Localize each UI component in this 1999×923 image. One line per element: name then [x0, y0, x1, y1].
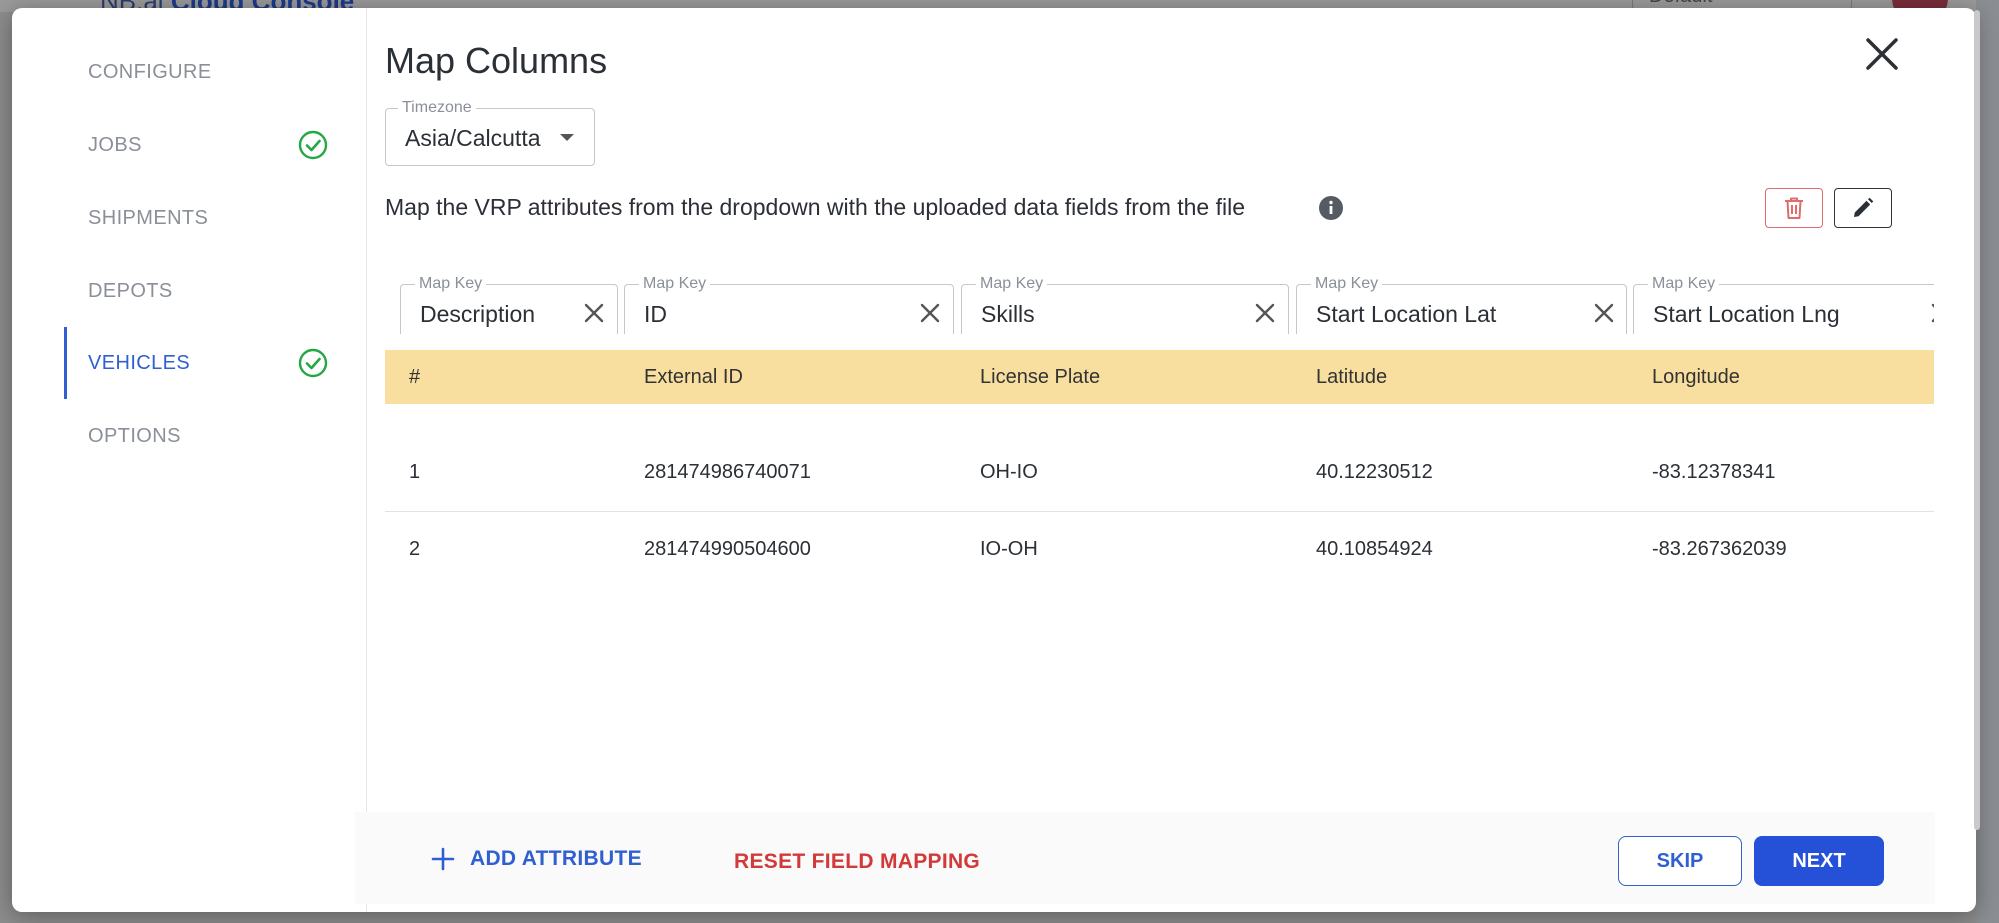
table-cell: -83.267362039: [1652, 538, 1787, 560]
plus-icon: [431, 847, 455, 871]
add-attribute-label: ADD ATTRIBUTE: [470, 847, 642, 870]
map-key-field[interactable]: Map Key Start Location Lng: [1633, 275, 1934, 334]
column-header: Latitude: [1316, 366, 1388, 388]
step-options[interactable]: OPTIONS: [12, 400, 366, 472]
clear-icon[interactable]: [1591, 300, 1617, 326]
map-key-value: Start Location Lng: [1653, 301, 1840, 327]
step-label: DEPOTS: [88, 279, 173, 302]
step-shipments[interactable]: SHIPMENTS: [12, 182, 366, 254]
timezone-label: Timezone: [398, 99, 476, 117]
table-cell: IO-OH: [980, 538, 1038, 560]
map-key-value: Start Location Lat: [1316, 301, 1497, 327]
reset-field-mapping-button[interactable]: RESET FIELD MAPPING: [734, 850, 980, 874]
map-key-value: Description: [420, 301, 536, 327]
table-cell: 281474986740071: [644, 461, 811, 483]
map-key-label: Map Key: [415, 275, 487, 293]
timezone-select[interactable]: Timezone Asia/Calcutta: [385, 99, 595, 166]
map-key-field[interactable]: Map Key ID: [624, 275, 954, 334]
table-cell: 40.12230512: [1316, 461, 1433, 483]
clear-icon[interactable]: [917, 300, 943, 326]
step-label: VEHICLES: [88, 351, 191, 374]
step-label: OPTIONS: [88, 424, 181, 447]
info-icon[interactable]: [1318, 195, 1344, 221]
table-cell: OH-IO: [980, 461, 1038, 483]
column-header: #: [409, 366, 421, 388]
check-circle-icon: [298, 130, 328, 160]
step-jobs[interactable]: JOBS: [12, 109, 366, 181]
step-label: SHIPMENTS: [88, 206, 209, 229]
dialog-title: Map Columns: [385, 40, 608, 81]
clear-icon[interactable]: [1928, 300, 1934, 326]
step-vehicles[interactable]: VEHICLES: [12, 327, 366, 399]
map-key-value: Skills: [981, 301, 1035, 327]
table-header: # External ID License Plate Latitude Lon…: [385, 350, 1934, 404]
map-key-field[interactable]: Map Key Start Location Lat: [1296, 275, 1627, 334]
table-cell: 281474990504600: [644, 538, 811, 560]
map-key-label: Map Key: [1648, 275, 1720, 293]
dialog-scrollbar[interactable]: [1974, 10, 1980, 830]
step-label: CONFIGURE: [88, 60, 212, 83]
steps-sidebar: CONFIGURE JOBS SHIPMENTS DEPOTS VEHICLES…: [12, 8, 367, 912]
step-depots[interactable]: DEPOTS: [12, 255, 366, 327]
table-cell: 2: [409, 538, 421, 560]
column-header: External ID: [644, 366, 743, 388]
delete-button[interactable]: [1765, 188, 1823, 228]
next-button[interactable]: NEXT: [1754, 836, 1884, 886]
add-attribute-button[interactable]: ADD ATTRIBUTE: [430, 846, 642, 872]
map-key-row: Map Key Description Map Key ID Map Key S…: [385, 274, 1934, 334]
skip-button[interactable]: SKIP: [1618, 836, 1742, 886]
map-key-value: ID: [644, 301, 667, 327]
step-configure[interactable]: CONFIGURE: [12, 36, 366, 108]
edit-button[interactable]: [1834, 188, 1892, 228]
table-cell: -83.12378341: [1652, 461, 1776, 483]
check-circle-icon: [298, 348, 328, 378]
table-cell: 40.10854924: [1316, 538, 1433, 560]
map-key-label: Map Key: [976, 275, 1048, 293]
table-row: 1 281474986740071 OH-IO 40.12230512 -83.…: [385, 435, 1934, 512]
mapping-description: Map the VRP attributes from the dropdown…: [385, 194, 1246, 220]
map-key-label: Map Key: [1311, 275, 1383, 293]
caret-down-icon: [560, 134, 574, 141]
map-key-field[interactable]: Map Key Skills: [961, 275, 1289, 334]
column-header: Longitude: [1652, 366, 1740, 388]
map-key-label: Map Key: [639, 275, 711, 293]
trash-icon: [1785, 197, 1803, 219]
step-label: JOBS: [88, 133, 142, 156]
close-icon[interactable]: [1862, 34, 1902, 74]
timezone-value: Asia/Calcutta: [405, 125, 541, 151]
clear-icon[interactable]: [1252, 300, 1278, 326]
table-row: 2 281474990504600 IO-OH 40.10854924 -83.…: [385, 512, 1934, 588]
column-header: License Plate: [980, 366, 1101, 388]
pencil-icon: [1854, 197, 1874, 217]
table-cell: 1: [409, 461, 421, 483]
map-key-field[interactable]: Map Key Description: [400, 275, 618, 334]
clear-icon[interactable]: [581, 300, 607, 326]
